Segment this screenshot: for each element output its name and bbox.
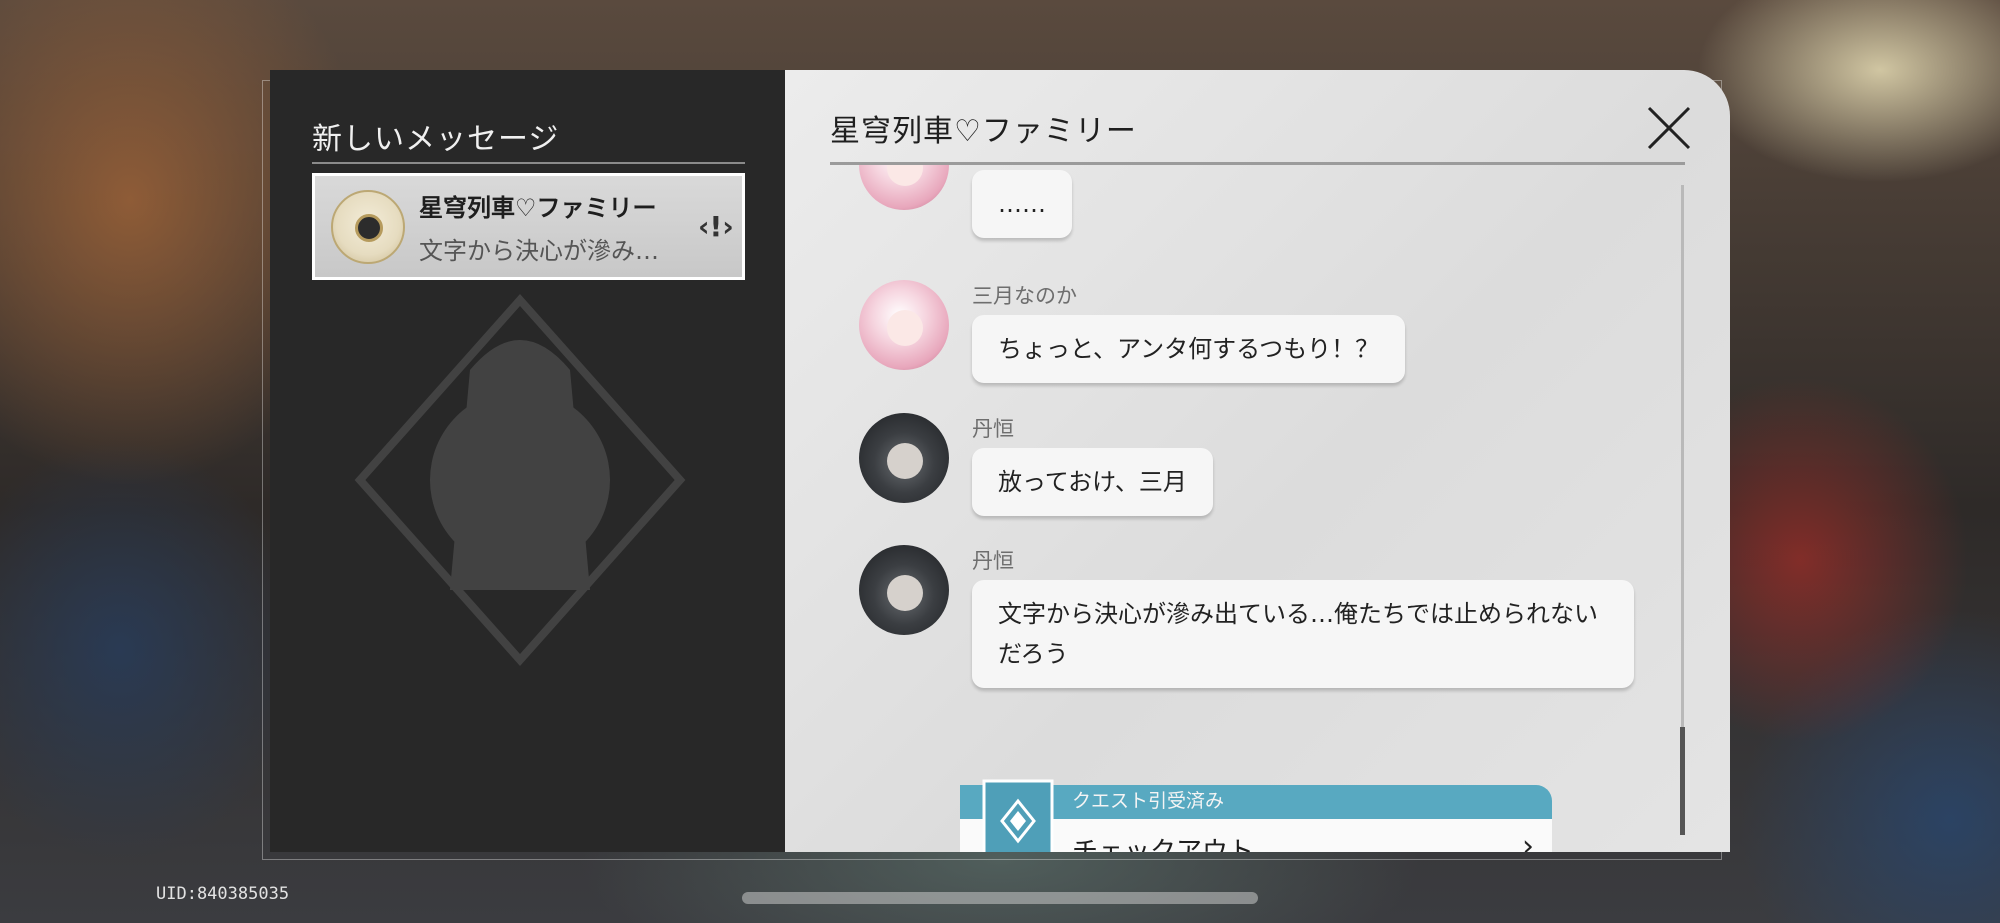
sender-name: 丹恒 [972,417,1014,441]
message-bubble: 放っておけ、三月 [972,448,1213,516]
conversation-name: 星穹列車♡ファミリー [419,193,657,222]
conversation-preview: 文字から決心が滲み… [419,236,659,265]
dan-heng-avatar [859,413,949,503]
quest-name: チェックアウト [1072,837,1255,852]
close-x-icon[interactable] [1645,104,1693,152]
scrollbar-thumb[interactable] [1680,727,1685,835]
title-divider [312,162,745,164]
sender-name: 丹恒 [972,549,1014,573]
conversation-list-panel: 新しいメッセージ 星穹列車♡ファミリー 文字から決心が滲み… ‹!› [270,70,785,852]
message-list[interactable]: …… 三月なのか ちょっと、アンタ何するつもり！？ 丹恒 放っておけ、三月 丹恒… [785,165,1675,852]
group-avatar [331,189,405,264]
march-7th-avatar [859,165,949,210]
sender-name: 三月なのか [972,284,1077,308]
march-7th-avatar [859,280,949,370]
dan-heng-avatar [859,545,949,635]
home-indicator[interactable] [742,892,1258,904]
chat-title: 星穹列車♡ファミリー [830,114,1137,149]
message-window: 新しいメッセージ 星穹列車♡ファミリー 文字から決心が滲み… ‹!› 星穹列車♡… [270,70,1730,852]
message-bubble: …… [972,170,1072,238]
background-emblem-icon [354,293,686,667]
conversation-list-title: 新しいメッセージ [312,122,560,157]
uid-label: UID:840385035 [156,884,290,904]
quest-card[interactable]: クエスト引受済み チェックアウト › [960,779,1552,852]
quest-diamond-icon [982,779,1054,852]
chat-panel: 星穹列車♡ファミリー …… 三月なのか ちょっと、アンタ何するつもり！？ 丹恒 [785,70,1730,852]
message-bubble: 文字から決心が滲み出ている…俺たちでは止められないだろう [972,580,1634,688]
chevron-right-icon: › [1522,829,1534,852]
conversation-item[interactable]: 星穹列車♡ファミリー 文字から決心が滲み… ‹!› [312,173,745,280]
exclamation-badge-icon: ‹!› [698,210,734,243]
message-bubble: ちょっと、アンタ何するつもり！？ [972,315,1406,383]
